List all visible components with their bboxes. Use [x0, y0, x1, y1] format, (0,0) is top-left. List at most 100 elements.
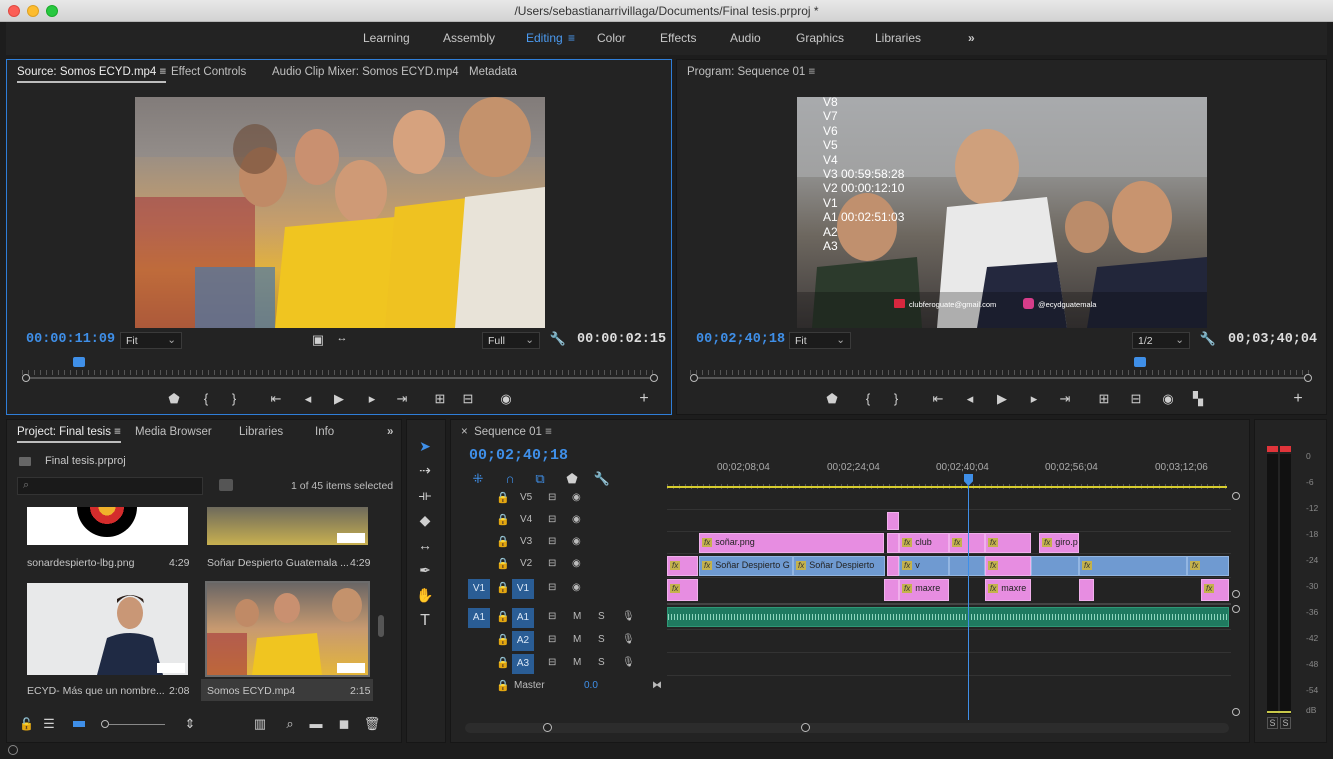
clip-indicator-left[interactable] — [1267, 446, 1278, 452]
clip[interactable]: fx — [667, 556, 698, 576]
solo-button[interactable]: S — [598, 634, 605, 645]
program-current-timecode[interactable]: 00;02;40;18 — [696, 332, 785, 347]
go-to-out-icon[interactable]: ⇥ — [393, 391, 411, 407]
workspace-graphics[interactable]: Graphics — [796, 31, 844, 45]
lock-icon[interactable]: 🔒 — [496, 679, 510, 692]
source-time-ruler[interactable] — [22, 358, 658, 376]
workspace-learning[interactable]: Learning — [363, 31, 410, 45]
new-search-bin-icon[interactable] — [219, 479, 233, 491]
workspace-audio[interactable]: Audio — [730, 31, 761, 45]
clip[interactable]: fx — [985, 533, 1031, 553]
lock-icon[interactable]: 🔒 — [496, 656, 510, 669]
extract-icon[interactable]: ⊟ — [1127, 391, 1145, 407]
trash-icon[interactable]: 🗑 — [363, 716, 381, 732]
program-fit-dropdown[interactable]: Fit ⌄ — [789, 332, 851, 349]
more-tabs-icon[interactable]: » — [387, 426, 393, 438]
eye-icon[interactable]: ◉ — [572, 558, 581, 569]
timeline-timecode[interactable]: 00;02;40;18 — [469, 447, 568, 464]
close-tab-icon[interactable]: × — [461, 426, 468, 438]
source-playhead[interactable] — [73, 357, 85, 367]
step-back-icon[interactable]: ◂ — [299, 391, 317, 407]
clip-v[interactable]: fx v — [899, 556, 949, 576]
linked-selection-icon[interactable]: ⧉ — [531, 471, 549, 487]
lock-icon[interactable]: 🔒 — [496, 581, 510, 594]
clip-maxre-2[interactable]: fx maxre — [985, 579, 1031, 601]
microphone-icon[interactable]: 🎙 — [622, 634, 635, 645]
timeline-menu-icon[interactable]: ≡ — [545, 426, 552, 438]
sort-icon[interactable]: ⇕ — [181, 716, 199, 732]
source-zoom-handle-right[interactable] — [650, 374, 658, 382]
horizontal-scroll-handle-left[interactable] — [543, 723, 552, 732]
vertical-scroll-handle[interactable] — [1232, 605, 1240, 613]
thumbnail-sonardespierto[interactable] — [27, 507, 188, 545]
toggle-sync-icon[interactable]: ⊟ — [548, 536, 556, 547]
clip[interactable]: fx — [949, 533, 985, 553]
source-current-timecode[interactable]: 00:00:11:09 — [26, 332, 115, 347]
mark-out-icon[interactable]: } — [225, 391, 243, 406]
microphone-icon[interactable]: 🎙 — [622, 611, 635, 622]
new-item-icon[interactable]: ◼ — [335, 716, 353, 732]
lock-icon[interactable]: 🔓 — [19, 717, 34, 731]
clip-indicator-right[interactable] — [1280, 446, 1291, 452]
track-target-a2[interactable]: A2 — [512, 631, 534, 651]
razor-tool-icon[interactable]: ◆ — [415, 512, 435, 532]
vertical-scroll-handle[interactable] — [1232, 590, 1240, 598]
tab-effect-controls[interactable]: Effect Controls — [171, 66, 246, 78]
clip-club[interactable]: fx club — [899, 533, 949, 553]
clip[interactable] — [1079, 579, 1094, 601]
program-zoom-bar[interactable] — [698, 377, 1304, 379]
mark-out-icon[interactable]: } — [887, 391, 905, 406]
toggle-sync-icon[interactable]: ⊟ — [548, 611, 556, 622]
pen-tool-icon[interactable]: ✒ — [415, 562, 435, 582]
clip-sonar-png[interactable]: fx soñar.png — [699, 533, 884, 553]
settings-wrench-icon[interactable]: 🔧 — [549, 331, 567, 347]
find-icon[interactable]: ⌕ — [281, 716, 299, 732]
zoom-slider[interactable] — [109, 724, 165, 725]
toggle-sync-icon[interactable]: ⊟ — [548, 582, 556, 593]
slip-tool-icon[interactable]: ↔ — [415, 537, 435, 557]
tab-libraries[interactable]: Libraries — [239, 426, 283, 438]
clip[interactable]: fx — [985, 556, 1031, 576]
automate-to-sequence-icon[interactable]: ▥ — [251, 716, 269, 732]
tab-sequence[interactable]: × Sequence 01 ≡ — [461, 426, 552, 438]
toggle-sync-icon[interactable]: ⊟ — [548, 634, 556, 645]
toggle-sync-icon[interactable]: ⊟ — [548, 492, 556, 503]
horizontal-scrollbar[interactable] — [465, 723, 1229, 733]
lock-icon[interactable]: 🔒 — [496, 633, 510, 646]
solo-button[interactable]: S — [598, 611, 605, 622]
workspace-assembly[interactable]: Assembly — [443, 31, 495, 45]
eye-icon[interactable]: ◉ — [572, 582, 581, 593]
mute-button[interactable]: M — [573, 634, 581, 645]
workspace-libraries[interactable]: Libraries — [875, 31, 921, 45]
source-patch-a1[interactable]: A1 — [468, 608, 490, 628]
toggle-sync-icon[interactable]: ⊟ — [548, 558, 556, 569]
project-panel-menu-icon[interactable]: ≡ — [114, 426, 121, 438]
snap-icon[interactable]: ∩ — [501, 471, 519, 486]
source-patch-v1[interactable]: V1 — [468, 579, 490, 599]
solo-left-button[interactable]: S — [1267, 717, 1278, 729]
clip[interactable]: fx — [1187, 556, 1229, 576]
workspace-menu-icon[interactable]: ≡ — [568, 31, 575, 45]
clip[interactable]: fx — [667, 579, 698, 601]
solo-button[interactable]: S — [598, 657, 605, 668]
clip[interactable] — [887, 556, 899, 576]
clip-sonar-despierto-2[interactable]: fx Soñar Despierto — [793, 556, 885, 576]
clip[interactable] — [887, 533, 899, 553]
program-time-ruler[interactable] — [690, 358, 1312, 376]
thumbnail-ecyd-mas-que-un-nombre[interactable] — [27, 583, 188, 675]
program-panel-menu-icon[interactable]: ≡ — [808, 66, 815, 78]
step-forward-icon[interactable]: ▸ — [363, 391, 381, 407]
master-volume[interactable]: 0.0 — [584, 680, 598, 691]
workspace-editing[interactable]: Editing — [526, 31, 563, 45]
play-icon[interactable]: ▶ — [330, 391, 348, 407]
project-scrollbar[interactable] — [378, 615, 384, 637]
tab-info[interactable]: Info — [315, 426, 334, 438]
ripple-edit-tool-icon[interactable]: ⟛ — [415, 487, 435, 507]
horizontal-scroll-handle-right[interactable] — [801, 723, 810, 732]
add-button-icon[interactable]: + — [635, 390, 653, 408]
selection-tool-icon[interactable]: ➤ — [415, 438, 435, 458]
mute-button[interactable]: M — [573, 657, 581, 668]
camera-icon[interactable]: ◉ — [497, 391, 515, 407]
track-target-a1[interactable]: A1 — [512, 608, 534, 628]
go-to-in-icon[interactable]: ⇤ — [267, 391, 285, 407]
